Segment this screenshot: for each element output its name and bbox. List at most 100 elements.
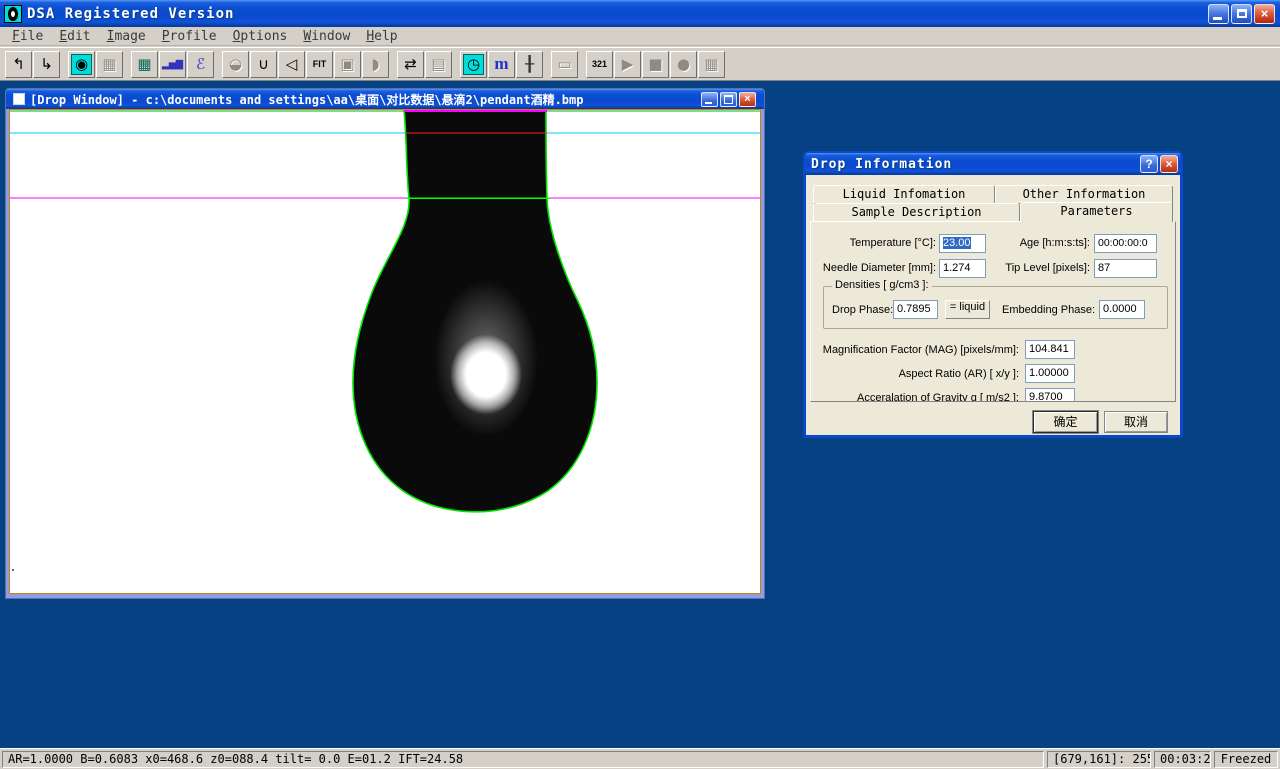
frame-counter-321-button[interactable]: 321 xyxy=(586,51,613,78)
calipers-mirror-button[interactable]: ⇄ xyxy=(397,51,424,78)
bar-chart-button[interactable]: ▂▅▇ xyxy=(159,51,186,78)
drop-information-dialog[interactable]: Drop Information ? × Liquid Infomation O… xyxy=(803,151,1183,438)
magnification-field[interactable]: 104.841 xyxy=(1025,340,1075,359)
status-cursor-readout: [679,161]: 255 xyxy=(1047,751,1151,768)
stray-pixel xyxy=(12,569,14,571)
import-image-icon: ↰ xyxy=(8,54,29,75)
restore-icon[interactable] xyxy=(1231,4,1252,24)
drop-phase-field[interactable]: 0.7895 xyxy=(893,300,938,319)
record-icon: ● xyxy=(673,54,694,75)
menu-help[interactable]: Help xyxy=(358,28,405,45)
menu-profile[interactable]: Profile xyxy=(154,28,225,45)
compass-clock-icon: ◷ xyxy=(463,54,484,75)
result-table-button[interactable]: ▦ xyxy=(131,51,158,78)
epsilon-analysis-icon: ℰ xyxy=(190,54,211,75)
copy-image-icon: ▦ xyxy=(99,54,120,75)
play-button[interactable]: ▶ xyxy=(614,51,641,78)
aspect-ratio-label: Aspect Ratio (AR) [ x/y ]: xyxy=(811,368,1019,380)
dialog-title: Drop Information xyxy=(805,157,952,172)
toolbar: ↰↳◉▦▦▂▅▇ℰ◒∪◁FIT▣◗⇄▤◷m╂▭321▶■●▦ xyxy=(0,47,1280,80)
dialog-titlebar[interactable]: Drop Information ? × xyxy=(805,153,1181,175)
close-icon[interactable]: × xyxy=(1160,155,1178,173)
contact-angle-icon: ◁ xyxy=(281,54,302,75)
video-grid-button[interactable]: ▦ xyxy=(698,51,725,78)
gravity-label: Acceralation of Gravity g [ m/s2 ]: xyxy=(811,392,1019,402)
parameters-tab-page: Temperature [°C]: 23.00 Age [h:m:s:ts]: … xyxy=(810,221,1176,402)
status-bar: AR=1.0000 B=0.6083 x0=468.6 z0=088.4 til… xyxy=(0,748,1280,769)
tab-liquid-information[interactable]: Liquid Infomation xyxy=(813,185,995,204)
embedding-phase-label: Embedding Phase: xyxy=(979,304,1095,316)
workspace: [Drop Window] - c:\documents and setting… xyxy=(0,80,1280,748)
age-field[interactable]: 00:00:00:0 xyxy=(1094,234,1157,253)
gravity-field[interactable]: 9.8700 xyxy=(1025,388,1075,402)
maximize-icon[interactable] xyxy=(720,92,737,107)
syringe-dosing-button[interactable]: ╂ xyxy=(516,51,543,78)
sessile-drop-icon: ◒ xyxy=(225,54,246,75)
clipboard-report-button[interactable]: ▤ xyxy=(425,51,452,78)
export-image-icon: ↳ xyxy=(36,54,57,75)
menu-window[interactable]: Window xyxy=(295,28,358,45)
pendant-drop-outline-icon: ∪ xyxy=(253,54,274,75)
tab-parameters[interactable]: Parameters xyxy=(1020,202,1173,222)
result-table-icon: ▦ xyxy=(134,54,155,75)
stop-button[interactable]: ■ xyxy=(642,51,669,78)
stop-icon: ■ xyxy=(645,54,666,75)
video-grid-icon: ▦ xyxy=(701,54,722,75)
syringe-dosing-icon: ╂ xyxy=(519,54,540,75)
magnification-label: Magnification Factor (MAG) [pixels/mm]: xyxy=(811,344,1019,356)
fit-window-button[interactable]: ▣ xyxy=(334,51,361,78)
fit-button[interactable]: FIT xyxy=(306,51,333,78)
status-freeze-state: Freezed xyxy=(1214,751,1278,768)
drop-volume-icon: ◗ xyxy=(365,54,386,75)
menu-file[interactable]: File xyxy=(4,28,51,45)
minimize-icon[interactable] xyxy=(701,92,718,107)
menu-edit[interactable]: Edit xyxy=(51,28,98,45)
drop-phase-label: Drop Phase: xyxy=(832,304,889,316)
tip-level-label: Tip Level [pixels]: xyxy=(966,262,1090,274)
menu-options[interactable]: Options xyxy=(225,28,296,45)
export-image-button[interactable]: ↳ xyxy=(33,51,60,78)
dsa-application: DSA Registered Version × FileEditImagePr… xyxy=(0,0,1280,769)
close-icon[interactable]: × xyxy=(1254,4,1275,24)
needle-diameter-label: Needle Diameter [mm]: xyxy=(811,262,936,274)
age-label: Age [h:m:s:ts]: xyxy=(966,237,1090,249)
minimize-icon[interactable] xyxy=(1208,4,1229,24)
aspect-ratio-field[interactable]: 1.00000 xyxy=(1025,364,1075,383)
print-button[interactable]: ▭ xyxy=(551,51,578,78)
calipers-mirror-icon: ⇄ xyxy=(400,54,421,75)
import-image-button[interactable]: ↰ xyxy=(5,51,32,78)
tab-sample-description[interactable]: Sample Description xyxy=(813,203,1020,222)
app-title: DSA Registered Version xyxy=(27,6,234,22)
compass-clock-button[interactable]: ◷ xyxy=(460,51,487,78)
ok-button[interactable]: 确定 xyxy=(1033,411,1098,433)
cancel-button[interactable]: 取消 xyxy=(1104,411,1168,433)
bar-chart-icon: ▂▅▇ xyxy=(162,54,183,75)
record-button[interactable]: ● xyxy=(670,51,697,78)
help-icon[interactable]: ? xyxy=(1140,155,1158,173)
specular-highlight xyxy=(450,334,522,414)
menu-bar: FileEditImageProfileOptionsWindowHelp xyxy=(0,27,1280,46)
drop-volume-button[interactable]: ◗ xyxy=(362,51,389,78)
drop-window-titlebar[interactable]: [Drop Window] - c:\documents and setting… xyxy=(6,89,764,109)
contact-angle-button[interactable]: ◁ xyxy=(278,51,305,78)
fit-window-icon: ▣ xyxy=(337,54,358,75)
densities-label: Densities [ g/cm3 ]: xyxy=(832,279,932,291)
magnification-m-button[interactable]: m xyxy=(488,51,515,78)
clipboard-report-icon: ▤ xyxy=(428,54,449,75)
pendant-drop-outline-button[interactable]: ∪ xyxy=(250,51,277,78)
sessile-drop-button[interactable]: ◒ xyxy=(222,51,249,78)
status-timer: 00:03:26 xyxy=(1154,751,1211,768)
dsa-drop-logo-button[interactable]: ◉ xyxy=(68,51,95,78)
close-icon[interactable]: × xyxy=(739,92,756,107)
fit-icon: FIT xyxy=(309,54,330,75)
print-icon: ▭ xyxy=(554,54,575,75)
main-titlebar[interactable]: DSA Registered Version × xyxy=(0,0,1280,27)
drop-window[interactable]: [Drop Window] - c:\documents and setting… xyxy=(5,88,765,599)
embedding-phase-field[interactable]: 0.0000 xyxy=(1099,300,1145,319)
drop-image-canvas[interactable] xyxy=(9,109,761,594)
tip-level-field[interactable]: 87 xyxy=(1094,259,1157,278)
copy-image-button[interactable]: ▦ xyxy=(96,51,123,78)
app-drop-icon xyxy=(4,5,22,23)
menu-image[interactable]: Image xyxy=(99,28,154,45)
epsilon-analysis-button[interactable]: ℰ xyxy=(187,51,214,78)
